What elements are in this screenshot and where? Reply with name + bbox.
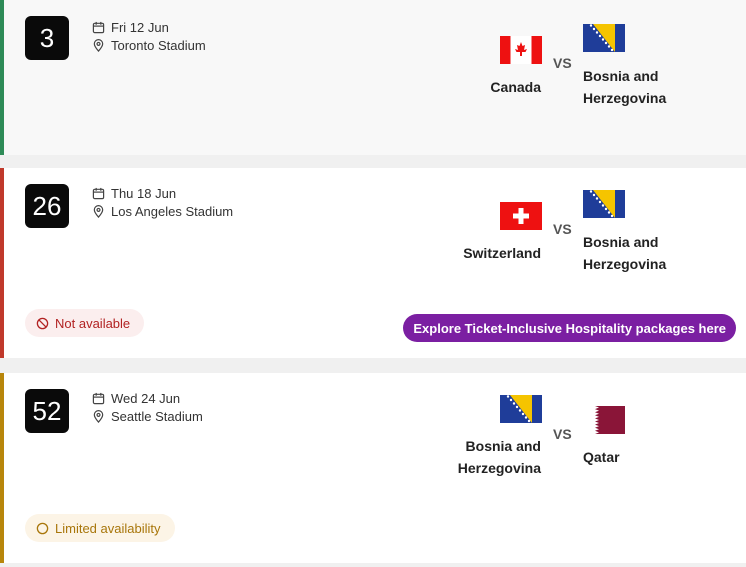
location-pin-icon [93,204,104,218]
location-pin-icon [93,38,104,52]
match-venue: Seattle Stadium [111,408,203,424]
match-date: Thu 18 Jun [111,185,177,201]
match-meta: Fri 12 Jun Toronto Stadium [92,18,206,54]
match-meta: Thu 18 Jun Los Angeles Stadium [92,184,233,220]
match-venue: Toronto Stadium [111,37,206,53]
status-badge: Limited availability [25,514,175,542]
match-card[interactable]: 52 Wed 24 Jun Seattle Stadium Bosnia and… [0,373,746,563]
home-team-name: Switzerland [463,245,541,261]
status-text: Not available [55,315,131,331]
match-meta: Wed 24 Jun Seattle Stadium [92,389,203,425]
match-number: 3 [25,16,69,60]
match-date: Fri 12 Jun [111,19,169,35]
calendar-icon [92,187,105,199]
match-card[interactable]: 26 Thu 18 Jun Los Angeles Stadium Switze… [0,168,746,358]
match-card[interactable]: 3 Fri 12 Jun Toronto Stadium Canada VS B… [0,0,746,155]
limited-circle-icon [36,522,49,534]
bosnia-flag-icon [583,190,625,218]
not-available-icon [36,317,49,329]
switzerland-flag-icon [500,202,542,230]
match-venue: Los Angeles Stadium [111,203,234,219]
away-team-name: Bosnia and Herzegovina [583,234,667,272]
hospitality-packages-button[interactable]: Explore Ticket-Inclusive Hospitality pac… [403,314,736,342]
home-team-name: Bosnia and Herzegovina [457,438,541,476]
canada-flag-icon [500,36,542,64]
away-team-name: Bosnia and Herzegovina [583,68,667,106]
status-text: Limited availability [55,520,161,536]
match-number: 26 [25,184,69,228]
away-team-name: Qatar [583,449,620,465]
match-date: Wed 24 Jun [111,390,181,406]
location-pin-icon [93,409,104,423]
bosnia-flag-icon [583,24,625,52]
qatar-flag-icon [583,406,625,434]
status-badge: Not available [25,309,145,337]
calendar-icon [92,392,105,404]
vs-label: VS [553,55,572,71]
vs-label: VS [553,221,572,237]
bosnia-flag-icon [500,395,542,423]
home-team-name: Canada [490,79,541,95]
calendar-icon [92,21,105,33]
match-number: 52 [25,389,69,433]
vs-label: VS [553,426,572,442]
